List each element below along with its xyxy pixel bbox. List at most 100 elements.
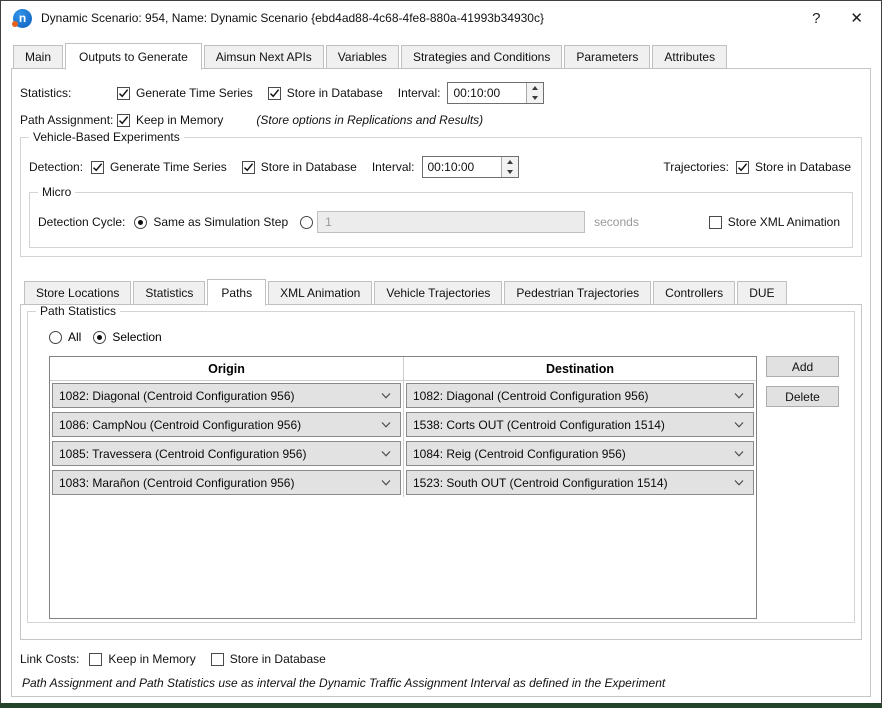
tab-controllers[interactable]: Controllers	[653, 281, 735, 305]
vehicle-based-experiments-group: Vehicle-Based Experiments Detection: Gen…	[20, 137, 862, 257]
custom-cycle-radio[interactable]	[300, 216, 313, 229]
same-as-simulation-step-radio[interactable]: Same as Simulation Step	[134, 215, 288, 229]
path-assignment-label: Path Assignment:	[20, 113, 117, 127]
tab-store-locations[interactable]: Store Locations	[24, 281, 131, 305]
tab-aimsun-next-apis[interactable]: Aimsun Next APIs	[204, 45, 324, 69]
origin-cell: 1082: Diagonal (Centroid Configuration 9…	[50, 381, 403, 410]
aimsun-logo-icon: n	[13, 9, 32, 28]
combobox-value: 1086: CampNou (Centroid Configuration 95…	[59, 418, 301, 432]
spinner-up-button[interactable]	[527, 83, 543, 93]
outputs-to-generate-pane: Statistics: Generate Time Series Store i…	[11, 68, 871, 697]
tab-attributes[interactable]: Attributes	[652, 45, 727, 69]
chevron-down-icon	[381, 393, 391, 399]
link-costs-store-in-database-checkbox[interactable]: Store in Database	[211, 652, 326, 666]
destination-cell: 1538: Corts OUT (Centroid Configuration …	[403, 410, 756, 439]
origin-column-header: Origin	[50, 357, 403, 380]
checkbox-label: Store in Database	[261, 160, 357, 174]
checkbox-label: Store XML Animation	[728, 215, 840, 229]
destination-combobox[interactable]: 1082: Diagonal (Centroid Configuration 9…	[406, 383, 754, 408]
tab-variables[interactable]: Variables	[326, 45, 399, 69]
origin-combobox[interactable]: 1086: CampNou (Centroid Configuration 95…	[52, 412, 401, 437]
tab-main[interactable]: Main	[13, 45, 63, 69]
origin-combobox[interactable]: 1082: Diagonal (Centroid Configuration 9…	[52, 383, 401, 408]
add-button[interactable]: Add	[766, 356, 839, 377]
radio-circle	[134, 216, 147, 229]
destination-combobox[interactable]: 1084: Reig (Centroid Configuration 956)	[406, 441, 754, 466]
selection-radio[interactable]: Selection	[93, 330, 161, 344]
spinner-controls	[501, 157, 518, 177]
detection-generate-time-series-checkbox[interactable]: Generate Time Series	[91, 160, 227, 174]
help-icon[interactable]: ?	[812, 11, 820, 26]
radio-circle	[49, 331, 62, 344]
destination-combobox[interactable]: 1523: South OUT (Centroid Configuration …	[406, 470, 754, 495]
destination-cell: 1082: Diagonal (Centroid Configuration 9…	[403, 381, 756, 410]
path-assignment-keep-in-memory-checkbox[interactable]: Keep in Memory	[117, 113, 223, 127]
tab-strategies-and-conditions[interactable]: Strategies and Conditions	[401, 45, 562, 69]
statistics-interval-spinner[interactable]: 00:10:00	[447, 82, 544, 104]
table-header-row: Origin Destination	[50, 357, 756, 381]
detection-label: Detection:	[29, 160, 83, 174]
checkbox-box	[709, 216, 722, 229]
table-row: 1082: Diagonal (Centroid Configuration 9…	[50, 381, 756, 410]
radio-label: Same as Simulation Step	[153, 215, 288, 229]
link-costs-row: Link Costs: Keep in Memory Store in Data…	[20, 652, 862, 666]
origin-cell: 1083: Marañon (Centroid Configuration 95…	[50, 468, 403, 497]
combobox-value: 1538: Corts OUT (Centroid Configuration …	[413, 418, 665, 432]
tab-paths[interactable]: Paths	[207, 279, 266, 306]
trajectories-store-in-database-checkbox[interactable]: Store in Database	[736, 160, 851, 174]
link-costs-label: Link Costs:	[20, 652, 79, 666]
detection-interval-spinner[interactable]: 00:10:00	[422, 156, 519, 178]
titlebar-actions: ? ✕	[812, 11, 871, 26]
radio-dot	[138, 220, 143, 225]
tab-xml-animation[interactable]: XML Animation	[268, 281, 372, 305]
store-xml-animation-checkbox[interactable]: Store XML Animation	[709, 215, 840, 229]
detection-store-in-database-checkbox[interactable]: Store in Database	[242, 160, 357, 174]
checkbox-label: Keep in Memory	[136, 113, 223, 127]
chevron-down-icon	[381, 451, 391, 457]
arrow-up-icon	[532, 86, 538, 90]
chevron-down-icon	[734, 480, 744, 486]
spinner-down-button[interactable]	[502, 167, 518, 177]
tab-statistics[interactable]: Statistics	[133, 281, 205, 305]
statistics-generate-time-series-checkbox[interactable]: Generate Time Series	[117, 86, 253, 100]
radio-circle	[93, 331, 106, 344]
delete-button[interactable]: Delete	[766, 386, 839, 407]
detection-cycle-row: Detection Cycle: Same as Simulation Step…	[38, 211, 844, 233]
path-statistics-scope-radios: All Selection	[49, 330, 846, 344]
close-icon[interactable]: ✕	[850, 11, 863, 26]
tab-vehicle-trajectories[interactable]: Vehicle Trajectories	[374, 281, 502, 305]
spinner-up-button[interactable]	[502, 157, 518, 167]
tab-outputs-to-generate[interactable]: Outputs to Generate	[65, 43, 202, 70]
custom-cycle-input[interactable]: 1	[317, 211, 585, 233]
chevron-down-icon	[381, 480, 391, 486]
checkbox-box	[89, 653, 102, 666]
checkbox-label: Store in Database	[287, 86, 383, 100]
window-title: Dynamic Scenario: 954, Name: Dynamic Sce…	[41, 11, 544, 25]
spinner-controls	[526, 83, 543, 103]
tab-pedestrian-trajectories[interactable]: Pedestrian Trajectories	[504, 281, 651, 305]
logo-letter: n	[19, 12, 26, 24]
statistics-label: Statistics:	[20, 86, 117, 100]
statistics-store-in-database-checkbox[interactable]: Store in Database	[268, 86, 383, 100]
path-statistics-content: Origin Destination 1082: Diagonal (Centr…	[49, 356, 846, 619]
interval-value: 00:10:00	[423, 157, 501, 177]
tab-due[interactable]: DUE	[737, 281, 786, 305]
checkbox-label: Generate Time Series	[110, 160, 227, 174]
link-costs-keep-in-memory-checkbox[interactable]: Keep in Memory	[89, 652, 195, 666]
interval-label: Interval:	[398, 86, 441, 100]
combobox-value: 1082: Diagonal (Centroid Configuration 9…	[59, 389, 294, 403]
origin-combobox[interactable]: 1083: Marañon (Centroid Configuration 95…	[52, 470, 401, 495]
all-radio[interactable]: All	[49, 330, 81, 344]
checkbox-label: Generate Time Series	[136, 86, 253, 100]
path-assignment-row: Path Assignment: Keep in Memory (Store o…	[20, 113, 862, 127]
tab-parameters[interactable]: Parameters	[564, 45, 650, 69]
table-actions: Add Delete	[766, 356, 839, 407]
spinner-down-button[interactable]	[527, 93, 543, 103]
origin-combobox[interactable]: 1085: Travessera (Centroid Configuration…	[52, 441, 401, 466]
checkbox-box	[211, 653, 224, 666]
pane-content: Statistics: Generate Time Series Store i…	[12, 69, 870, 696]
interval-value: 00:10:00	[448, 83, 526, 103]
table-row: 1085: Travessera (Centroid Configuration…	[50, 439, 756, 468]
destination-combobox[interactable]: 1538: Corts OUT (Centroid Configuration …	[406, 412, 754, 437]
interval-label: Interval:	[372, 160, 415, 174]
